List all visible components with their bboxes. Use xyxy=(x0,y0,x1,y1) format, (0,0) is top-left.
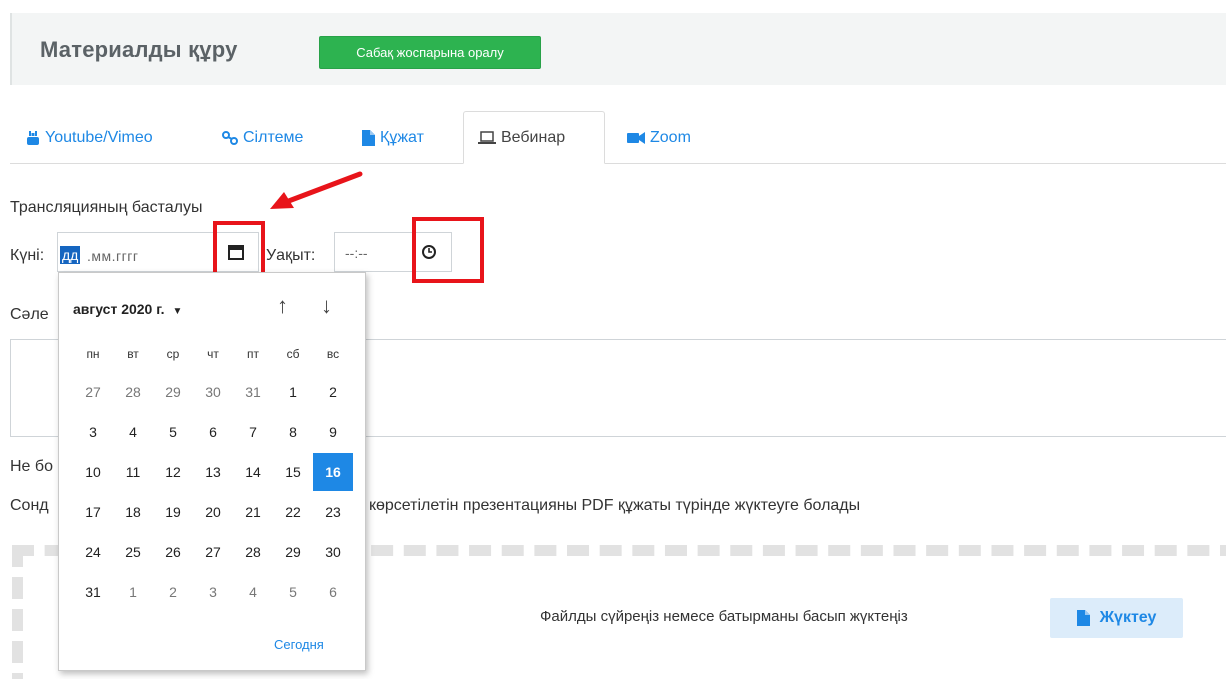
calendar-day[interactable]: 27 xyxy=(73,373,113,411)
tab-document[interactable]: Құжат xyxy=(348,111,438,164)
date-day-segment[interactable]: дд xyxy=(60,246,81,264)
calendar-day[interactable]: 10 xyxy=(73,453,113,491)
calendar-day[interactable]: 4 xyxy=(113,413,153,451)
page-title: Материалды құру xyxy=(40,37,238,62)
red-arrow-icon xyxy=(270,171,363,209)
tab-link[interactable]: Сілтеме xyxy=(208,111,317,164)
previous-month-arrow-icon[interactable]: ↑ xyxy=(277,295,288,317)
presentation-hint: көрсетілетін презентацияны PDF құжаты тү… xyxy=(369,497,861,514)
calendar-day[interactable]: 2 xyxy=(313,373,353,411)
upload-button[interactable]: Жүктеу xyxy=(1050,598,1183,638)
calendar-day[interactable]: 23 xyxy=(313,493,353,531)
calendar-day[interactable]: 22 xyxy=(273,493,313,531)
calendar-day[interactable]: 24 xyxy=(73,533,113,571)
weekday-header: чт xyxy=(207,347,219,361)
today-link[interactable]: Сегодня xyxy=(274,637,324,652)
calendar-day[interactable]: 17 xyxy=(73,493,113,531)
calendar-day[interactable]: 25 xyxy=(113,533,153,571)
weekday-header: пт xyxy=(247,347,259,361)
tab-label: Youtube/Vimeo xyxy=(45,128,153,146)
date-picker-popup: август 2020 г. ▼ ↑ ↓ пн вт ср чт пт сб вс 27 28 2… xyxy=(58,272,366,671)
calendar-day[interactable]: 2 xyxy=(153,573,193,611)
calendar-month-label: август 2020 г. xyxy=(73,301,165,317)
calendar-day[interactable]: 5 xyxy=(153,413,193,451)
calendar-day[interactable]: 7 xyxy=(233,413,273,451)
calendar-day[interactable]: 30 xyxy=(313,533,353,571)
youtube-icon xyxy=(26,130,40,146)
weekday-header: пн xyxy=(86,347,100,361)
calendar-day[interactable]: 27 xyxy=(193,533,233,571)
calendar-day[interactable]: 1 xyxy=(273,373,313,411)
calendar-day[interactable]: 13 xyxy=(193,453,233,491)
calendar-day[interactable]: 4 xyxy=(233,573,273,611)
highlight-box-clock xyxy=(412,217,484,283)
time-label: Уақыт: xyxy=(266,247,316,264)
calendar-day[interactable]: 9 xyxy=(313,413,353,451)
calendar-day[interactable]: 26 xyxy=(153,533,193,571)
weekday-header: вс xyxy=(326,347,340,361)
calendar-day[interactable]: 15 xyxy=(273,453,313,491)
caret-down-icon: ▼ xyxy=(172,306,183,317)
calendar-day[interactable]: 3 xyxy=(73,413,113,451)
tab-zoom[interactable]: Zoom xyxy=(613,111,705,164)
partial-label-middle: Не бо xyxy=(10,458,53,475)
calendar-day[interactable]: 14 xyxy=(233,453,273,491)
calendar-day-today[interactable]: 16 xyxy=(313,453,353,491)
next-month-arrow-icon[interactable]: ↓ xyxy=(321,295,332,317)
calendar-day[interactable]: 1 xyxy=(113,573,153,611)
calendar-day[interactable]: 3 xyxy=(193,573,233,611)
broadcast-start-label: Трансляцияның басталуы xyxy=(10,199,203,216)
calendar-day[interactable]: 5 xyxy=(273,573,313,611)
weekday-header: ср xyxy=(166,347,180,361)
calendar-day[interactable]: 30 xyxy=(193,373,233,411)
calendar-day[interactable]: 29 xyxy=(273,533,313,571)
video-camera-icon xyxy=(627,131,645,144)
calendar-day[interactable]: 18 xyxy=(113,493,153,531)
tab-youtube-vimeo[interactable]: Youtube/Vimeo xyxy=(12,111,167,164)
file-icon xyxy=(362,129,375,146)
calendar-day[interactable]: 28 xyxy=(113,373,153,411)
calendar-day[interactable]: 29 xyxy=(153,373,193,411)
file-icon xyxy=(1076,610,1090,626)
partial-label-top: Сәле xyxy=(10,306,49,323)
time-placeholder: --:-- xyxy=(345,245,368,261)
partial-text-start: Сонд xyxy=(10,497,49,514)
link-icon xyxy=(222,130,238,145)
calendar-month-selector[interactable]: август 2020 г. ▼ xyxy=(73,301,182,317)
tab-label: Zoom xyxy=(650,128,691,146)
dropzone-text: Файлды сүйреңіз немесе батырманы басып ж… xyxy=(540,608,908,625)
tab-webinar[interactable]: Вебинар xyxy=(463,111,605,164)
calendar-day[interactable]: 6 xyxy=(313,573,353,611)
tab-label: Сілтеме xyxy=(243,128,304,146)
calendar-day[interactable]: 12 xyxy=(153,453,193,491)
calendar-day[interactable]: 28 xyxy=(233,533,273,571)
calendar-day[interactable]: 31 xyxy=(73,573,113,611)
calendar-day[interactable]: 20 xyxy=(193,493,233,531)
calendar-day[interactable]: 31 xyxy=(233,373,273,411)
upload-button-label: Жүктеу xyxy=(1099,609,1157,626)
calendar-day[interactable]: 6 xyxy=(193,413,233,451)
date-placeholder: .мм.гггг xyxy=(87,248,139,264)
calendar-day[interactable]: 19 xyxy=(153,493,193,531)
calendar-day[interactable]: 8 xyxy=(273,413,313,451)
date-label: Күні: xyxy=(10,247,45,264)
weekday-header: вт xyxy=(127,347,139,361)
back-to-lesson-plan-button[interactable]: Сабақ жоспарына оралу xyxy=(319,36,541,69)
calendar-day[interactable]: 11 xyxy=(113,453,153,491)
tab-label: Вебинар xyxy=(501,128,566,146)
laptop-icon xyxy=(478,130,496,145)
weekday-header: сб xyxy=(286,347,300,361)
tab-label: Құжат xyxy=(380,128,424,146)
calendar-day[interactable]: 21 xyxy=(233,493,273,531)
